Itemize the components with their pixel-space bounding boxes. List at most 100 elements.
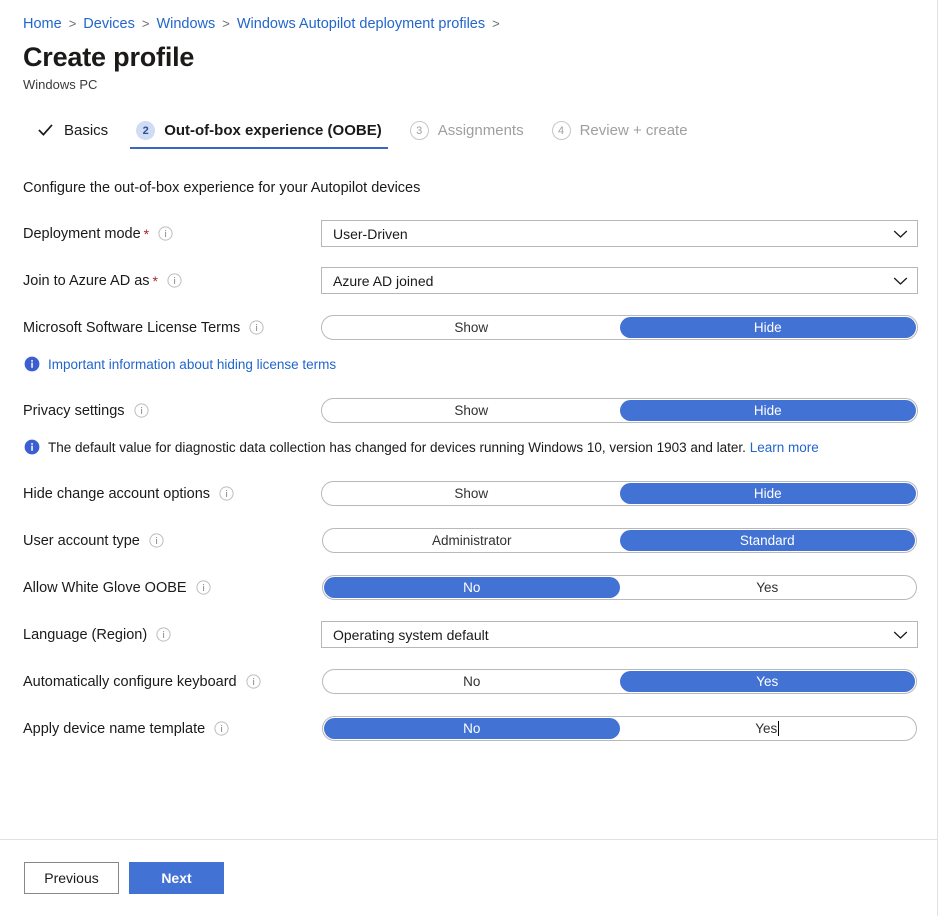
breadcrumb-item-devices[interactable]: Devices [83,14,135,34]
toggle-option-label: Yes [755,722,777,736]
field-label-wrap: Automatically configure keyboard [23,672,321,692]
breadcrumb-item-autopilot-profiles[interactable]: Windows Autopilot deployment profiles [237,14,485,34]
step-number-badge: 4 [552,121,571,140]
field-row-privacy-settings: Privacy settings Show Hide [0,397,937,424]
required-asterisk: * [153,274,158,288]
toggle-option-no[interactable]: No [324,718,620,739]
toggle-privacy-settings[interactable]: Show Hide [321,398,918,423]
breadcrumb-item-windows[interactable]: Windows [156,14,215,34]
page-subtitle: Windows PC [23,76,937,94]
toggle-option-show[interactable]: Show [323,483,620,504]
field-label: Privacy settings [23,401,125,421]
breadcrumb-item-home[interactable]: Home [23,14,62,34]
toggle-option-yes[interactable]: Yes [620,718,916,739]
toggle-hide-change-account[interactable]: Show Hide [321,481,918,506]
wizard-step-label: Out-of-box experience (OOBE) [164,122,382,139]
field-row-white-glove-oobe: Allow White Glove OOBE No Yes [0,574,937,601]
toggle-option-show[interactable]: Show [323,317,620,338]
required-asterisk: * [144,227,149,241]
wizard-step-label: Review + create [580,122,688,139]
wizard-step-assignments[interactable]: 3 Assignments [396,121,538,149]
field-label-wrap: Microsoft Software License Terms [23,318,321,338]
next-button[interactable]: Next [129,862,224,894]
toggle-option-no[interactable]: No [324,671,620,692]
field-row-language-region: Language (Region) Operating system defau… [0,621,937,648]
wizard-step-label: Basics [64,122,108,139]
toggle-option-yes[interactable]: Yes [620,671,916,692]
field-row-device-name-template: Apply device name template No Yes [0,715,937,742]
info-icon[interactable] [219,486,234,501]
field-label-wrap: Apply device name template [23,719,321,739]
notice-license-terms: Important information about hiding licen… [0,355,937,377]
text-cursor [778,721,779,736]
info-icon[interactable] [249,320,264,335]
toggle-auto-keyboard[interactable]: No Yes [322,669,917,694]
breadcrumb-separator-icon: > [142,14,150,34]
step-number-badge: 3 [410,121,429,140]
toggle-option-hide[interactable]: Hide [620,317,917,338]
wizard-footer: Previous Next [0,839,937,916]
field-label: Deployment mode [23,224,141,244]
learn-more-link[interactable]: Learn more [750,440,819,455]
dropdown-deployment-mode[interactable]: User-Driven [321,220,918,247]
field-label: User account type [23,531,140,551]
wizard-steps: Basics 2 Out-of-box experience (OOBE) 3 … [0,94,937,149]
field-label: Join to Azure AD as [23,271,150,291]
info-icon[interactable] [246,674,261,689]
info-icon[interactable] [149,533,164,548]
toggle-option-standard[interactable]: Standard [620,530,916,551]
field-label-wrap: Privacy settings [23,401,321,421]
field-label-wrap: Hide change account options [23,484,321,504]
toggle-user-account-type[interactable]: Administrator Standard [322,528,917,553]
dropdown-value: Operating system default [333,625,489,645]
previous-button[interactable]: Previous [24,862,119,894]
create-profile-blade: Home > Devices > Windows > Windows Autop… [0,0,938,916]
field-label: Automatically configure keyboard [23,672,237,692]
info-icon[interactable] [214,721,229,736]
notice-privacy-settings: The default value for diagnostic data co… [0,438,937,460]
dropdown-join-azure-ad[interactable]: Azure AD joined [321,267,918,294]
page-header: Create profile Windows PC [0,34,937,94]
field-label: Allow White Glove OOBE [23,578,187,598]
toggle-device-name-template[interactable]: No Yes [322,716,917,741]
field-row-auto-keyboard: Automatically configure keyboard No Yes [0,668,937,695]
dropdown-language-region[interactable]: Operating system default [321,621,918,648]
field-label: Apply device name template [23,719,205,739]
info-icon[interactable] [134,403,149,418]
toggle-license-terms[interactable]: Show Hide [321,315,918,340]
field-label-wrap: Allow White Glove OOBE [23,578,321,598]
field-row-license-terms: Microsoft Software License Terms Show Hi… [0,314,937,341]
field-label-wrap: Join to Azure AD as * [23,271,321,291]
toggle-option-show[interactable]: Show [323,400,620,421]
dropdown-value: Azure AD joined [333,271,433,291]
field-row-user-account-type: User account type Administrator Standard [0,527,937,554]
chevron-down-icon [893,229,908,239]
toggle-option-yes[interactable]: Yes [620,577,916,598]
toggle-option-hide[interactable]: Hide [620,400,917,421]
field-label: Hide change account options [23,484,210,504]
chevron-down-icon [893,276,908,286]
dropdown-value: User-Driven [333,224,408,244]
notice-body: The default value for diagnostic data co… [48,438,819,457]
wizard-step-label: Assignments [438,122,524,139]
breadcrumb-separator-icon: > [69,14,77,34]
field-label-wrap: Deployment mode * [23,224,321,244]
info-icon[interactable] [158,226,173,241]
toggle-option-no[interactable]: No [324,577,620,598]
field-row-deployment-mode: Deployment mode * User-Driven [0,220,937,247]
field-row-hide-change-account: Hide change account options Show Hide [0,480,937,507]
wizard-step-review-create[interactable]: 4 Review + create [538,121,702,149]
info-circle-icon [24,439,40,460]
info-icon[interactable] [196,580,211,595]
toggle-option-hide[interactable]: Hide [620,483,917,504]
notice-link[interactable]: Important information about hiding licen… [48,355,336,374]
info-circle-icon [24,356,40,377]
info-icon[interactable] [167,273,182,288]
wizard-step-oobe[interactable]: 2 Out-of-box experience (OOBE) [122,121,396,149]
form-content: Configure the out-of-box experience for … [0,149,937,839]
wizard-step-basics[interactable]: Basics [28,121,122,149]
toggle-option-administrator[interactable]: Administrator [324,530,620,551]
step-number-badge: 2 [136,121,155,140]
info-icon[interactable] [156,627,171,642]
toggle-white-glove-oobe[interactable]: No Yes [322,575,917,600]
